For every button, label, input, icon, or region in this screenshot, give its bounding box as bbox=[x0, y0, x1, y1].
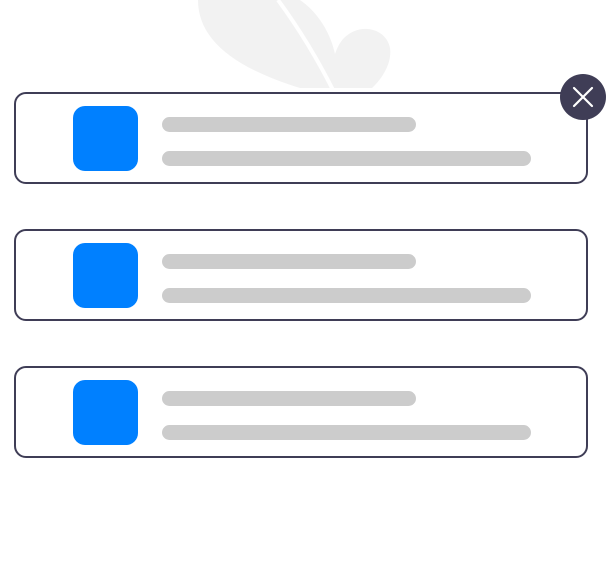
card-thumbnail bbox=[73, 243, 138, 308]
close-button[interactable] bbox=[560, 74, 606, 120]
card-body-placeholder bbox=[162, 151, 531, 166]
card-title-placeholder bbox=[162, 391, 416, 406]
notification-card[interactable] bbox=[14, 229, 588, 321]
notification-card[interactable] bbox=[14, 366, 588, 458]
notification-card[interactable] bbox=[14, 92, 588, 184]
card-title-placeholder bbox=[162, 117, 416, 132]
card-body-placeholder bbox=[162, 425, 531, 440]
leaf-shape bbox=[198, 0, 391, 88]
card-title-placeholder bbox=[162, 254, 416, 269]
card-thumbnail bbox=[73, 380, 138, 445]
notification-list-illustration bbox=[0, 0, 610, 574]
card-thumbnail bbox=[73, 106, 138, 171]
card-body-placeholder bbox=[162, 288, 531, 303]
close-icon bbox=[560, 74, 606, 120]
